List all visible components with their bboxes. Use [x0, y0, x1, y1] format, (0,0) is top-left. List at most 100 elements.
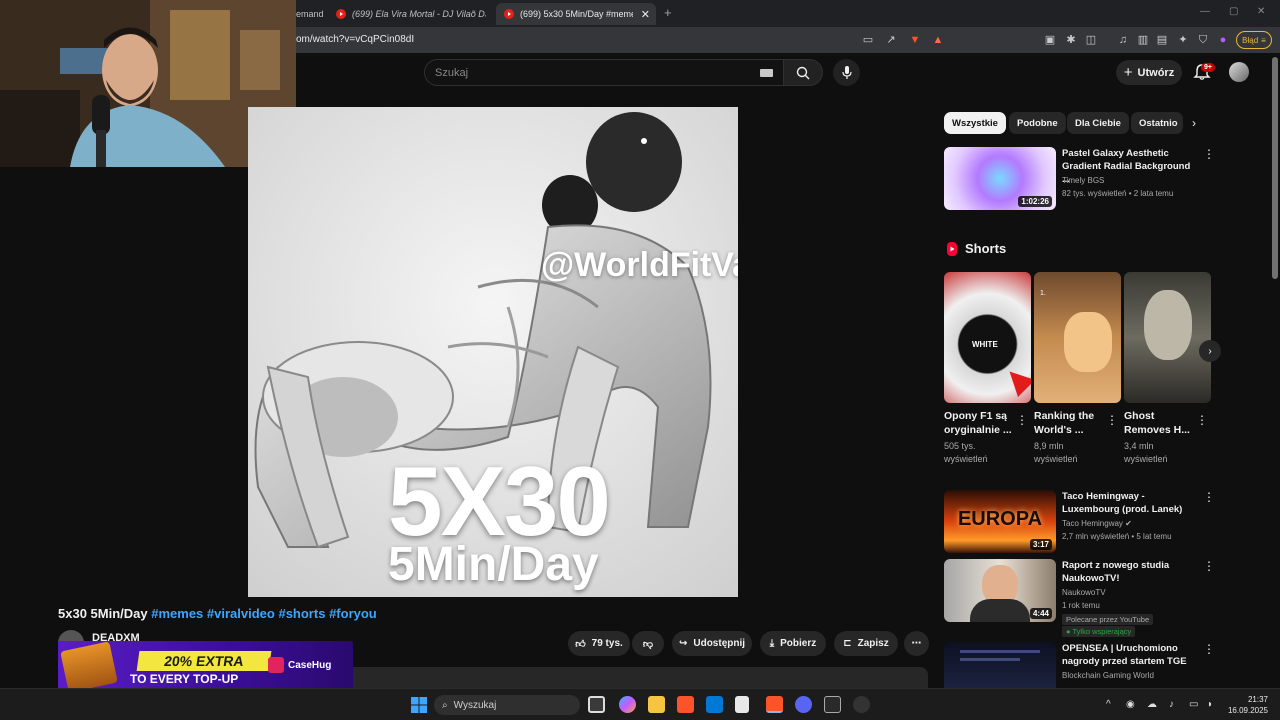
screenshot-icon[interactable]: ◫: [1084, 33, 1098, 47]
search-button[interactable]: [783, 59, 823, 86]
account-avatar[interactable]: [1229, 62, 1249, 82]
more-vertical-icon[interactable]: ⋮: [1016, 413, 1028, 427]
more-vertical-icon[interactable]: ⋮: [1203, 559, 1215, 573]
microsoft-store-icon[interactable]: [706, 696, 723, 713]
channel-name-text: Taco Hemingway: [1062, 519, 1123, 528]
extension-icon[interactable]: ▣: [1043, 33, 1057, 47]
recommended-title[interactable]: Raport z nowego studia NaukowoTV!: [1062, 559, 1200, 585]
notepad-icon[interactable]: [735, 696, 749, 713]
recommended-thumbnail[interactable]: 4:44: [944, 559, 1056, 622]
short-thumbnail[interactable]: 1.: [1034, 272, 1121, 403]
search-input[interactable]: [425, 60, 725, 85]
recommended-channel[interactable]: NaukowoTV: [1062, 588, 1106, 597]
video-player[interactable]: @WorldFitVa 5X30 5Min/Day: [248, 107, 738, 597]
save-label: Zapisz: [857, 638, 889, 649]
wallet-icon[interactable]: ▤: [1155, 33, 1169, 47]
short-views-label: wyświetleń: [1034, 454, 1078, 464]
tray-app-icon[interactable]: ◉: [1126, 699, 1135, 710]
share-label: Udostępnij: [693, 638, 746, 649]
brave-active-icon[interactable]: [766, 696, 783, 713]
chip-recent[interactable]: Ostatnio: [1131, 112, 1183, 134]
hashtag-link[interactable]: #shorts: [278, 606, 325, 621]
casehug-ad-banner[interactable]: 20% EXTRA TO EVERY TOP-UP CaseHug: [58, 641, 353, 693]
chip-all[interactable]: Wszystkie: [944, 112, 1006, 134]
windows-start-icon[interactable]: [411, 697, 427, 713]
error-menu-button[interactable]: Błąd ≡: [1236, 31, 1272, 49]
brave-rewards-icon[interactable]: ▲: [931, 33, 945, 47]
minimize-icon[interactable]: —: [1200, 6, 1210, 17]
cast-icon[interactable]: ▭: [861, 33, 875, 47]
tab-label: (699) Ela Vira Mortal - DJ Vilaõ DS: [352, 9, 486, 19]
tab-partial[interactable]: emand: [296, 3, 326, 25]
more-vertical-icon[interactable]: ⋮: [1203, 147, 1215, 161]
shorts-next-button[interactable]: ›: [1199, 340, 1221, 362]
share-icon[interactable]: ↗: [884, 33, 898, 47]
leo-ai-icon[interactable]: ✦: [1176, 33, 1190, 47]
recommended-title[interactable]: OPENSEA | Uruchomiono nagrody przed star…: [1062, 642, 1200, 668]
profile-icon[interactable]: ●: [1216, 33, 1230, 47]
download-button[interactable]: ⤓ Pobierz: [760, 631, 826, 656]
brave-shield-icon[interactable]: ▼: [908, 33, 922, 47]
recommended-thumbnail[interactable]: 1:02:26: [944, 147, 1056, 210]
new-tab-button[interactable]: +: [664, 5, 672, 20]
discord-icon[interactable]: [795, 696, 812, 713]
short-thumb-text: 1.: [1040, 290, 1046, 297]
hashtag-link[interactable]: #foryou: [329, 606, 377, 621]
network-icon[interactable]: ▭: [1189, 699, 1198, 710]
verified-check-icon: ✔: [1125, 519, 1132, 528]
chips-next-icon[interactable]: ›: [1192, 116, 1196, 130]
save-button[interactable]: ⊏ Zapisz: [834, 631, 898, 656]
voice-search-button[interactable]: [833, 59, 860, 86]
sidebar-icon[interactable]: ▥: [1136, 33, 1150, 47]
puzzle-icon[interactable]: ✱: [1064, 33, 1078, 47]
epic-games-icon[interactable]: [824, 696, 841, 713]
more-vertical-icon[interactable]: ⋮: [1203, 490, 1215, 504]
shorts-logo-icon: [947, 241, 957, 256]
recommended-channel[interactable]: Timely BGS: [1062, 176, 1104, 185]
tab-ela-vira-mortal[interactable]: (699) Ela Vira Mortal - DJ Vilaõ DS: [336, 3, 486, 25]
volume-icon[interactable]: ◗: [1207, 699, 1213, 710]
tab-active-video[interactable]: (699) 5x30 5Min/Day #memes # ✕: [496, 3, 656, 25]
app-icon[interactable]: [853, 696, 870, 713]
more-actions-button[interactable]: ⋯: [904, 631, 929, 656]
short-title[interactable]: Ghost Removes H...: [1124, 409, 1202, 437]
url-text[interactable]: om/watch?v=vCqPCin08dI: [296, 34, 414, 45]
recommended-thumbnail[interactable]: EUROPA 3:17: [944, 490, 1056, 553]
recommended-channel[interactable]: Blockchain Gaming World: [1062, 671, 1154, 680]
recommended-thumbnail[interactable]: [944, 642, 1056, 688]
maximize-icon[interactable]: ▢: [1229, 6, 1238, 17]
vpn-shield-icon[interactable]: ⛉: [1196, 33, 1210, 47]
brave-browser-icon[interactable]: [677, 696, 694, 713]
short-thumbnail[interactable]: WHITE: [944, 272, 1031, 403]
close-tab-icon[interactable]: ✕: [641, 8, 650, 21]
close-window-icon[interactable]: ✕: [1257, 6, 1265, 17]
more-vertical-icon[interactable]: ⋮: [1196, 413, 1208, 427]
dislike-button[interactable]: 👎︎: [632, 631, 664, 656]
hashtag-link[interactable]: #memes: [151, 606, 203, 621]
recommended-channel[interactable]: Taco Hemingway ✔: [1062, 519, 1132, 528]
share-button[interactable]: ↪ Udostępnij: [672, 631, 752, 656]
copilot-icon[interactable]: [619, 696, 636, 713]
onedrive-icon[interactable]: ☁: [1147, 699, 1157, 710]
music-icon[interactable]: ♫: [1116, 33, 1130, 47]
task-view-icon[interactable]: [588, 696, 605, 713]
short-title[interactable]: Ranking the World's ...: [1034, 409, 1112, 437]
more-vertical-icon[interactable]: ⋮: [1203, 642, 1215, 656]
short-title[interactable]: Opony F1 są oryginalnie ...: [944, 409, 1022, 437]
keyboard-icon[interactable]: [760, 69, 773, 77]
tray-microphone-icon[interactable]: ♪: [1169, 699, 1174, 710]
create-button[interactable]: + Utwórz: [1116, 60, 1182, 85]
like-button[interactable]: 👍︎ 79 tys.: [568, 631, 630, 656]
page-scrollbar[interactable]: [1272, 57, 1278, 279]
taskbar-clock[interactable]: 21:37 16.09.2025: [1222, 694, 1268, 716]
short-views-count: 3,4 mln: [1124, 441, 1154, 451]
hashtag-link[interactable]: #viralvideo: [207, 606, 275, 621]
tray-chevron-icon[interactable]: ^: [1106, 699, 1111, 710]
chip-similar[interactable]: Podobne: [1009, 112, 1066, 134]
short-thumbnail[interactable]: [1124, 272, 1211, 403]
taskbar-search[interactable]: ⌕ Wyszukaj: [434, 695, 580, 715]
file-explorer-icon[interactable]: [648, 696, 665, 713]
recommended-title[interactable]: Taco Hemingway - Luxembourg (prod. Lanek…: [1062, 490, 1200, 516]
chip-for-you[interactable]: Dla Ciebie: [1067, 112, 1129, 134]
more-vertical-icon[interactable]: ⋮: [1106, 413, 1118, 427]
